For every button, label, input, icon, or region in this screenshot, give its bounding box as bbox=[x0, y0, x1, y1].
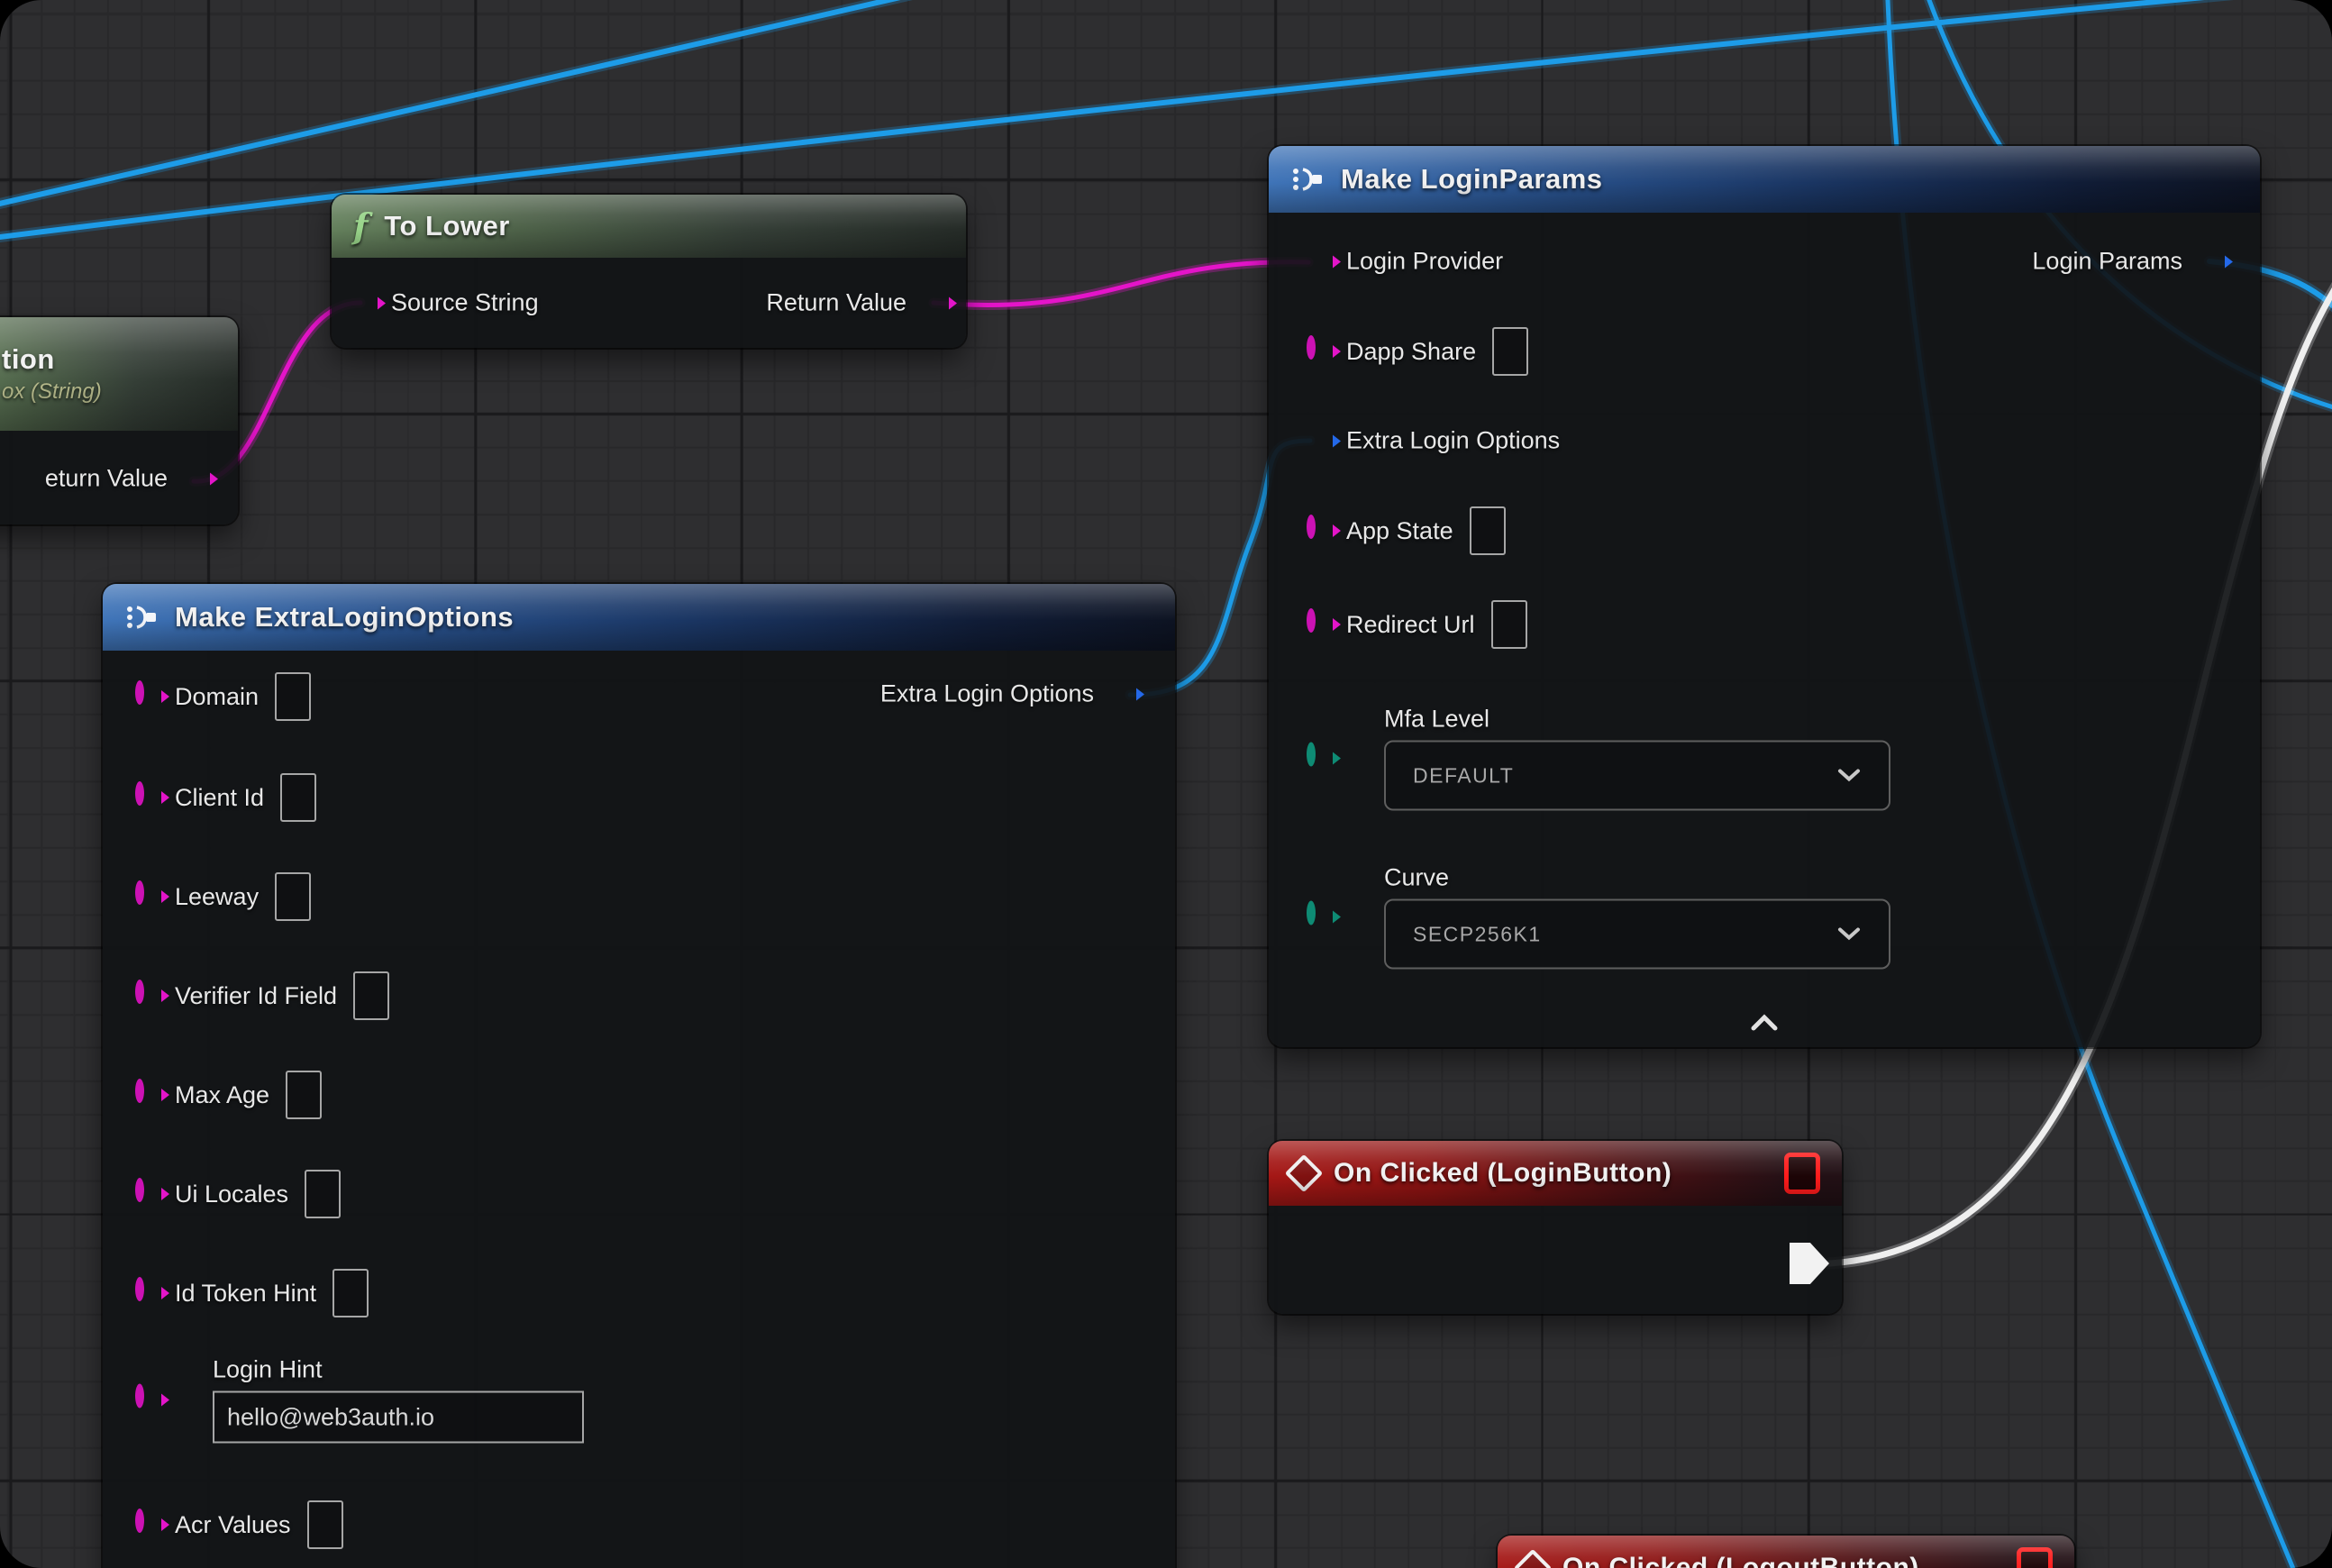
node-to-lower-header[interactable]: f To Lower bbox=[332, 195, 966, 258]
login-hint-value: hello@web3auth.io bbox=[227, 1403, 434, 1431]
pin-label-dapp-share: Dapp Share bbox=[1346, 338, 1476, 366]
id-token-hint-value-field[interactable] bbox=[332, 1269, 369, 1317]
chevron-down-icon bbox=[1836, 926, 1862, 943]
pin-label-mfa-level: Mfa Level bbox=[1384, 706, 1890, 734]
node-make-extra-login-options-header[interactable]: Make ExtraLoginOptions bbox=[103, 584, 1175, 651]
input-pin-curve[interactable] bbox=[1307, 905, 1330, 928]
input-pin-ui-locales[interactable] bbox=[135, 1182, 159, 1206]
max-age-value-field[interactable] bbox=[286, 1071, 322, 1119]
output-pin-return-value-partial[interactable] bbox=[184, 467, 207, 490]
mfa-level-value: DEFAULT bbox=[1413, 763, 1514, 788]
node-on-clicked-login-button[interactable]: On Clicked (LoginButton) bbox=[1269, 1141, 1842, 1314]
client-id-value-field[interactable] bbox=[280, 773, 316, 822]
output-pin-login-params[interactable] bbox=[2199, 250, 2222, 273]
event-diamond-icon bbox=[1285, 1154, 1323, 1192]
input-pin-domain[interactable] bbox=[135, 685, 159, 708]
function-f-icon: f bbox=[353, 209, 368, 243]
node-make-login-params-header[interactable]: Make LoginParams bbox=[1269, 146, 2260, 213]
pin-label-login-provider: Login Provider bbox=[1346, 248, 1503, 276]
wire-glow bbox=[934, 262, 1308, 305]
pin-label-acr-values: Acr Values bbox=[175, 1511, 291, 1539]
pin-label-redirect-url: Redirect Url bbox=[1346, 611, 1475, 639]
leeway-value-field[interactable] bbox=[275, 872, 311, 921]
input-pin-mfa-level[interactable] bbox=[1307, 746, 1330, 770]
input-pin-dapp-share[interactable] bbox=[1307, 340, 1330, 363]
node-to-lower[interactable]: f To Lower Source String Return Value bbox=[332, 195, 966, 348]
node-collapse-button[interactable] bbox=[1748, 1013, 1781, 1037]
exec-output-pin[interactable] bbox=[1790, 1243, 1829, 1284]
pin-label-client-id: Client Id bbox=[175, 784, 264, 812]
pin-label-return-value: Return Value bbox=[766, 289, 906, 317]
chevron-down-icon bbox=[1836, 768, 1862, 784]
acr-values-value-field[interactable] bbox=[307, 1500, 343, 1549]
dapp-share-value-field[interactable] bbox=[1492, 327, 1528, 376]
pin-label-extra-login-options: Extra Login Options bbox=[1346, 427, 1560, 455]
widget-event-icon bbox=[1784, 1153, 1820, 1194]
pin-label-login-params: Login Params bbox=[2032, 248, 2182, 276]
blueprint-graph-canvas[interactable]: tion ox (String) eturn Value f To Lower … bbox=[0, 0, 2332, 1568]
make-struct-icon bbox=[124, 603, 159, 632]
pin-label-verifier-id-field: Verifier Id Field bbox=[175, 982, 337, 1010]
input-pin-client-id[interactable] bbox=[135, 786, 159, 809]
app-state-value-field[interactable] bbox=[1470, 506, 1506, 555]
input-pin-login-hint[interactable] bbox=[135, 1388, 159, 1411]
node-title: On Clicked (LogoutButton) bbox=[1562, 1553, 1919, 1568]
pin-label-source-string: Source String bbox=[391, 289, 539, 317]
node-on-clicked-login-header[interactable]: On Clicked (LoginButton) bbox=[1269, 1141, 1842, 1206]
pin-label-login-hint: Login Hint bbox=[213, 1356, 584, 1384]
redirect-url-value-field[interactable] bbox=[1491, 600, 1527, 649]
pin-label-curve: Curve bbox=[1384, 864, 1890, 892]
node-on-clicked-logout-header[interactable]: On Clicked (LogoutButton) bbox=[1498, 1536, 2074, 1568]
ui-locales-value-field[interactable] bbox=[305, 1170, 341, 1218]
make-struct-icon bbox=[1290, 165, 1325, 194]
input-pin-redirect-url[interactable] bbox=[1307, 613, 1330, 636]
node-make-login-params[interactable]: Make LoginParams Login Params Login Prov… bbox=[1269, 146, 2260, 1047]
curve-dropdown[interactable]: SECP256K1 bbox=[1384, 899, 1890, 970]
pin-label-domain: Domain bbox=[175, 683, 259, 711]
verifier-id-value-field[interactable] bbox=[353, 971, 389, 1020]
domain-value-field[interactable] bbox=[275, 672, 311, 721]
input-pin-app-state[interactable] bbox=[1307, 519, 1330, 542]
node-title: Make LoginParams bbox=[1341, 163, 1603, 196]
node-title-fragment: tion bbox=[2, 343, 55, 376]
pin-label-leeway: Leeway bbox=[175, 883, 259, 911]
login-hint-value-field[interactable]: hello@web3auth.io bbox=[213, 1391, 584, 1444]
input-pin-source-string[interactable] bbox=[351, 291, 375, 315]
input-pin-leeway[interactable] bbox=[135, 885, 159, 908]
mfa-level-dropdown[interactable]: DEFAULT bbox=[1384, 741, 1890, 811]
curve-value: SECP256K1 bbox=[1413, 922, 1542, 946]
input-pin-extra-login-options[interactable] bbox=[1307, 429, 1330, 452]
node-title: To Lower bbox=[384, 210, 509, 242]
input-pin-verifier-id-field[interactable] bbox=[135, 984, 159, 1007]
pin-label-app-state: App State bbox=[1346, 517, 1453, 545]
chevron-up-icon bbox=[1748, 1013, 1781, 1033]
widget-event-icon bbox=[2017, 1547, 2053, 1568]
pin-label-ui-locales: Ui Locales bbox=[175, 1181, 288, 1208]
node-on-clicked-logout-button[interactable]: On Clicked (LogoutButton) bbox=[1498, 1536, 2074, 1568]
output-pin-extra-login-options[interactable] bbox=[1110, 682, 1134, 706]
input-pin-id-token-hint[interactable] bbox=[135, 1281, 159, 1305]
input-pin-max-age[interactable] bbox=[135, 1083, 159, 1107]
node-string-partial-header[interactable]: tion ox (String) bbox=[0, 317, 238, 431]
pin-label-max-age: Max Age bbox=[175, 1081, 269, 1109]
output-pin-return-value[interactable] bbox=[923, 291, 946, 315]
node-subtitle-fragment: ox (String) bbox=[2, 379, 102, 405]
node-make-extra-login-options[interactable]: Make ExtraLoginOptions Extra Login Optio… bbox=[103, 584, 1175, 1568]
node-title: On Clicked (LoginButton) bbox=[1334, 1158, 1672, 1189]
input-pin-login-provider[interactable] bbox=[1307, 250, 1330, 273]
input-pin-acr-values[interactable] bbox=[135, 1513, 159, 1536]
node-string-partial[interactable]: tion ox (String) eturn Value bbox=[0, 317, 238, 524]
node-title: Make ExtraLoginOptions bbox=[175, 601, 514, 634]
pin-label-id-token-hint: Id Token Hint bbox=[175, 1280, 316, 1308]
pin-label-extra-login-options-out: Extra Login Options bbox=[880, 680, 1094, 708]
pin-label-return-value-partial: eturn Value bbox=[45, 465, 168, 493]
event-diamond-icon bbox=[1514, 1549, 1552, 1568]
